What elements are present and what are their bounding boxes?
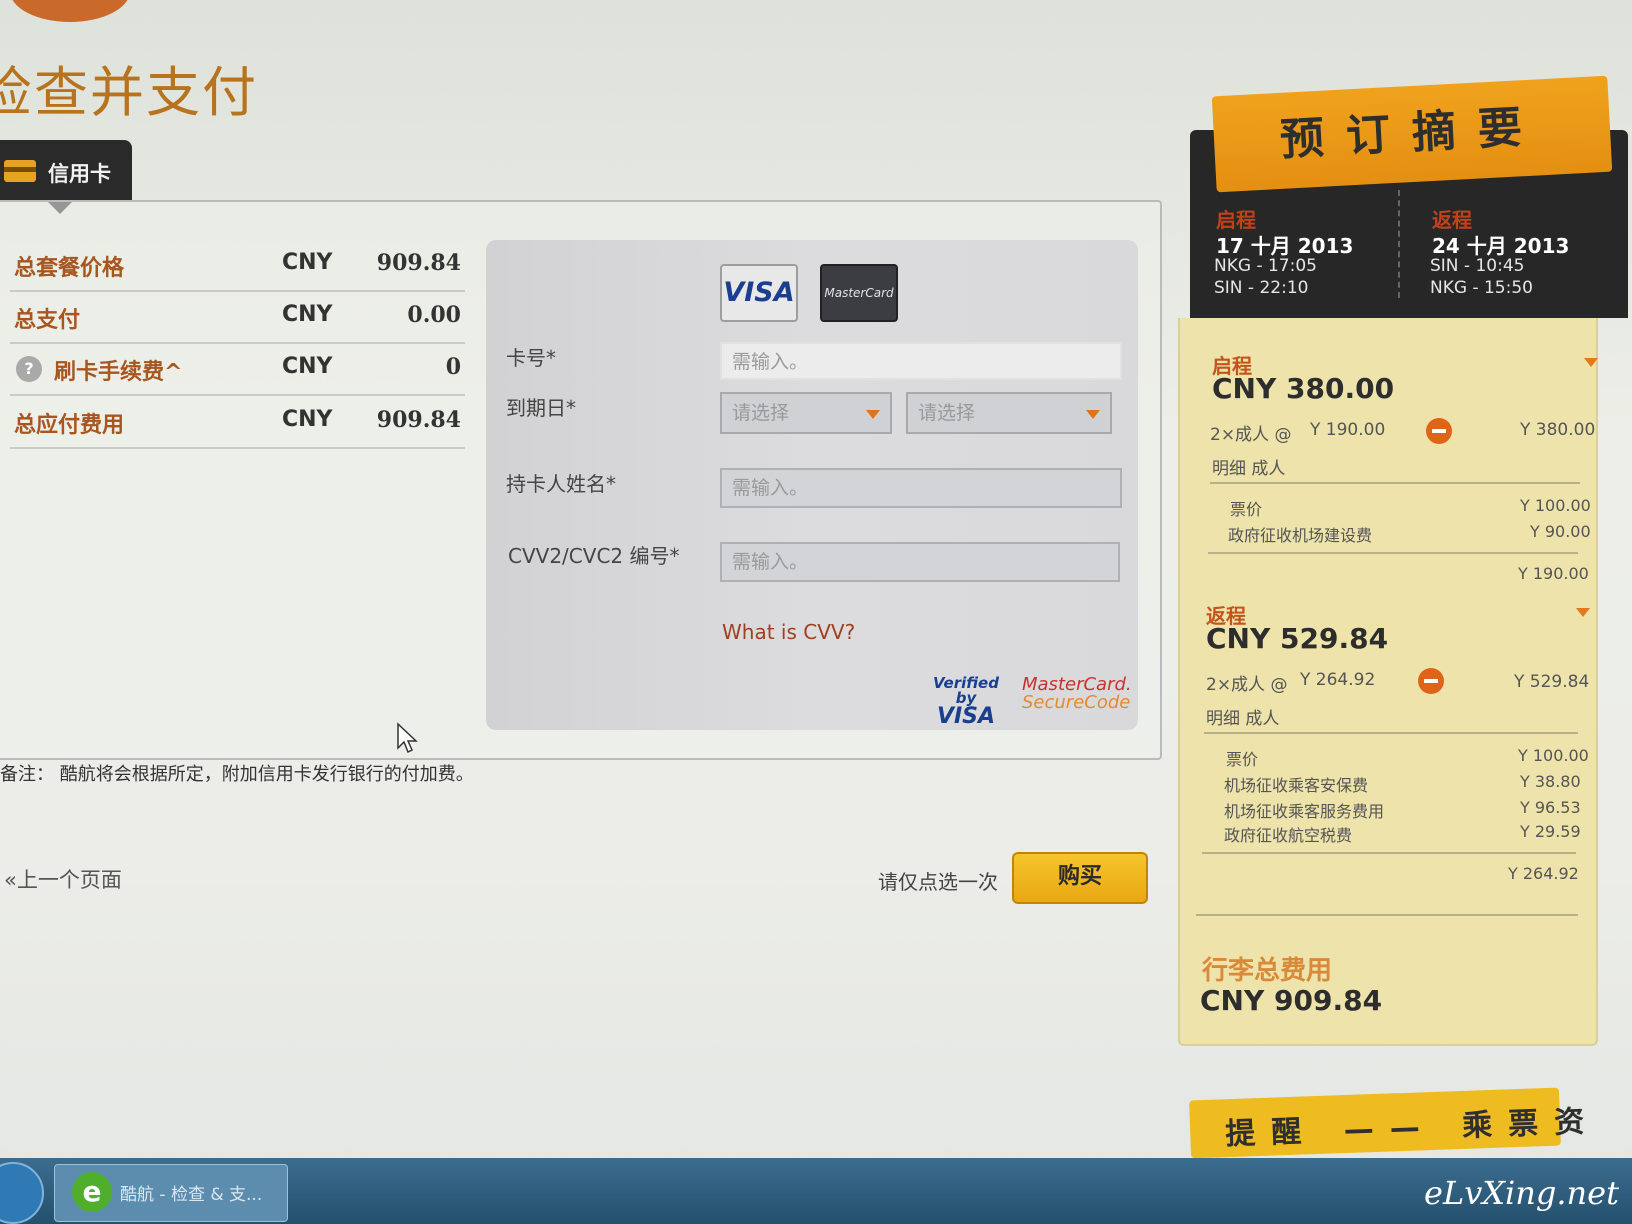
summary-currency: CNY bbox=[282, 407, 333, 432]
return-breakdown-label: 明细 成人 bbox=[1206, 709, 1280, 729]
summary-label: 总支付 bbox=[14, 308, 81, 333]
page-title: 检查并支付 bbox=[0, 61, 258, 124]
fee-item-amount: Y 96.53 bbox=[1520, 798, 1581, 817]
chevron-down-icon bbox=[1086, 410, 1100, 419]
return-pax-line: 2×成人 @ bbox=[1206, 675, 1288, 695]
return-date: 24 十月 2013 bbox=[1432, 234, 1570, 258]
card-number-input[interactable]: 需输入。 bbox=[720, 342, 1122, 380]
collapse-outbound-icon[interactable] bbox=[1584, 358, 1598, 367]
return-total: CNY 529.84 bbox=[1206, 622, 1389, 655]
cvv-label: CVV2/CVC2 编号* bbox=[508, 544, 680, 568]
card-number-label: 卡号* bbox=[506, 346, 556, 370]
divider bbox=[1196, 914, 1578, 916]
outbound-subtotal: Y 190.00 bbox=[1518, 564, 1589, 583]
visa-logo: VISA bbox=[720, 264, 798, 322]
expiry-year-select[interactable]: 请选择 bbox=[906, 392, 1112, 434]
return-pax-total: Y 529.84 bbox=[1514, 672, 1590, 692]
divider bbox=[1210, 482, 1580, 484]
fee-item-amount: Y 90.00 bbox=[1530, 522, 1591, 541]
outbound-arrival: SIN - 22:10 bbox=[1214, 278, 1309, 298]
return-arrival: NKG - 15:50 bbox=[1430, 278, 1533, 298]
summary-value: 0.00 bbox=[407, 302, 461, 328]
summary-row-package-price: 总套餐价格 CNY 909.84 bbox=[10, 240, 465, 292]
return-label: 返程 bbox=[1432, 208, 1472, 232]
return-departure: SIN - 10:45 bbox=[1430, 256, 1525, 276]
summary-currency: CNY bbox=[282, 354, 333, 379]
watermark: eLvXing.net bbox=[1424, 1174, 1619, 1212]
outbound-total: CNY 380.00 bbox=[1212, 372, 1395, 405]
return-unit-price: Y 264.92 bbox=[1300, 670, 1376, 690]
help-icon[interactable]: ? bbox=[16, 356, 42, 382]
verified-by-text: Verified by bbox=[933, 674, 999, 707]
grand-total: CNY 909.84 bbox=[1200, 984, 1383, 1017]
summary-row-total-due: 总应付费用 CNY 909.84 bbox=[10, 397, 465, 449]
outbound-departure: NKG - 17:05 bbox=[1214, 256, 1317, 276]
tab-credit-card-label: 信用卡 bbox=[48, 162, 111, 186]
outbound-date: 17 十月 2013 bbox=[1216, 234, 1354, 258]
remove-icon[interactable] bbox=[1418, 668, 1444, 694]
buy-button[interactable]: 购买 bbox=[1012, 852, 1148, 904]
previous-page-link[interactable]: «上一个页面 bbox=[4, 864, 122, 894]
fee-item-amount: Y 38.80 bbox=[1520, 772, 1581, 791]
fee-item-name: 机场征收乘客服务费用 bbox=[1224, 802, 1385, 821]
cardholder-name-input[interactable]: 需输入。 bbox=[720, 468, 1122, 508]
summary-row-card-fee: ? 刷卡手续费^ CNY 0 bbox=[10, 344, 465, 396]
holder-label: 持卡人姓名* bbox=[506, 472, 616, 496]
fee-item-name: 政府征收机场建设费 bbox=[1228, 526, 1373, 545]
summary-currency: CNY bbox=[282, 250, 333, 275]
mastercard-securecode-logo: MasterCard. SecureCode bbox=[1022, 676, 1132, 713]
cvv-input[interactable]: 需输入。 bbox=[720, 542, 1120, 582]
fee-item-name: 政府征收航空税费 bbox=[1224, 826, 1353, 845]
credit-card-icon bbox=[4, 160, 36, 182]
mouse-cursor-icon bbox=[397, 722, 418, 754]
what-is-cvv-link[interactable]: What is CVV? bbox=[722, 620, 855, 644]
verified-by-visa-logo: Verified by VISA bbox=[926, 676, 1006, 728]
summary-currency: CNY bbox=[282, 302, 333, 327]
summary-value: 909.84 bbox=[376, 407, 461, 433]
collapse-return-icon[interactable] bbox=[1576, 608, 1590, 617]
click-once-hint: 请仅点选一次 bbox=[878, 870, 998, 894]
divider bbox=[1202, 852, 1576, 854]
expiry-label: 到期日* bbox=[506, 396, 576, 420]
divider bbox=[1204, 732, 1578, 734]
divider bbox=[1208, 552, 1578, 554]
outbound-pax-line: 2×成人 @ bbox=[1210, 425, 1292, 445]
chevron-down-icon bbox=[866, 410, 880, 419]
return-subtotal: Y 264.92 bbox=[1508, 864, 1579, 883]
outbound-label: 启程 bbox=[1216, 208, 1256, 232]
fee-item-name: 票价 bbox=[1226, 750, 1259, 769]
fee-item-amount: Y 29.59 bbox=[1520, 822, 1581, 841]
summary-label: 总应付费用 bbox=[14, 413, 125, 438]
outbound-pax-total: Y 380.00 bbox=[1520, 420, 1596, 440]
fee-item-amount: Y 100.00 bbox=[1518, 746, 1589, 765]
browser-icon: e bbox=[72, 1172, 112, 1212]
taskbar-item-label: 酷航 - 检查 & 支... bbox=[120, 1185, 263, 1205]
verified-visa-text: VISA bbox=[936, 704, 996, 729]
outbound-unit-price: Y 190.00 bbox=[1310, 420, 1386, 440]
summary-label: 总套餐价格 bbox=[14, 256, 125, 281]
fee-item-amount: Y 100.00 bbox=[1520, 496, 1591, 515]
mastercard-logo: MasterCard bbox=[820, 264, 898, 322]
surcharge-note: 备注： 酷航将会根据所定，附加信用卡发行银行的付加费。 bbox=[0, 764, 474, 785]
fee-item-name: 票价 bbox=[1230, 500, 1263, 519]
grand-total-label: 行李总费用 bbox=[1202, 956, 1333, 986]
trip-divider bbox=[1398, 190, 1400, 298]
expiry-year-value: 请选择 bbox=[918, 402, 976, 424]
summary-row-paid: 总支付 CNY 0.00 bbox=[10, 292, 465, 344]
summary-value: 909.84 bbox=[376, 250, 461, 276]
outbound-breakdown-label: 明细 成人 bbox=[1212, 459, 1286, 479]
fee-item-name: 机场征收乘客安保费 bbox=[1224, 776, 1369, 795]
expiry-month-value: 请选择 bbox=[732, 402, 790, 424]
expiry-month-select[interactable]: 请选择 bbox=[720, 392, 892, 434]
mc-secure-line2: SecureCode bbox=[1022, 692, 1131, 713]
remove-icon[interactable] bbox=[1426, 418, 1452, 444]
summary-value: 0 bbox=[445, 354, 461, 380]
summary-label: 刷卡手续费^ bbox=[54, 360, 183, 385]
brand-logo bbox=[10, 0, 130, 22]
